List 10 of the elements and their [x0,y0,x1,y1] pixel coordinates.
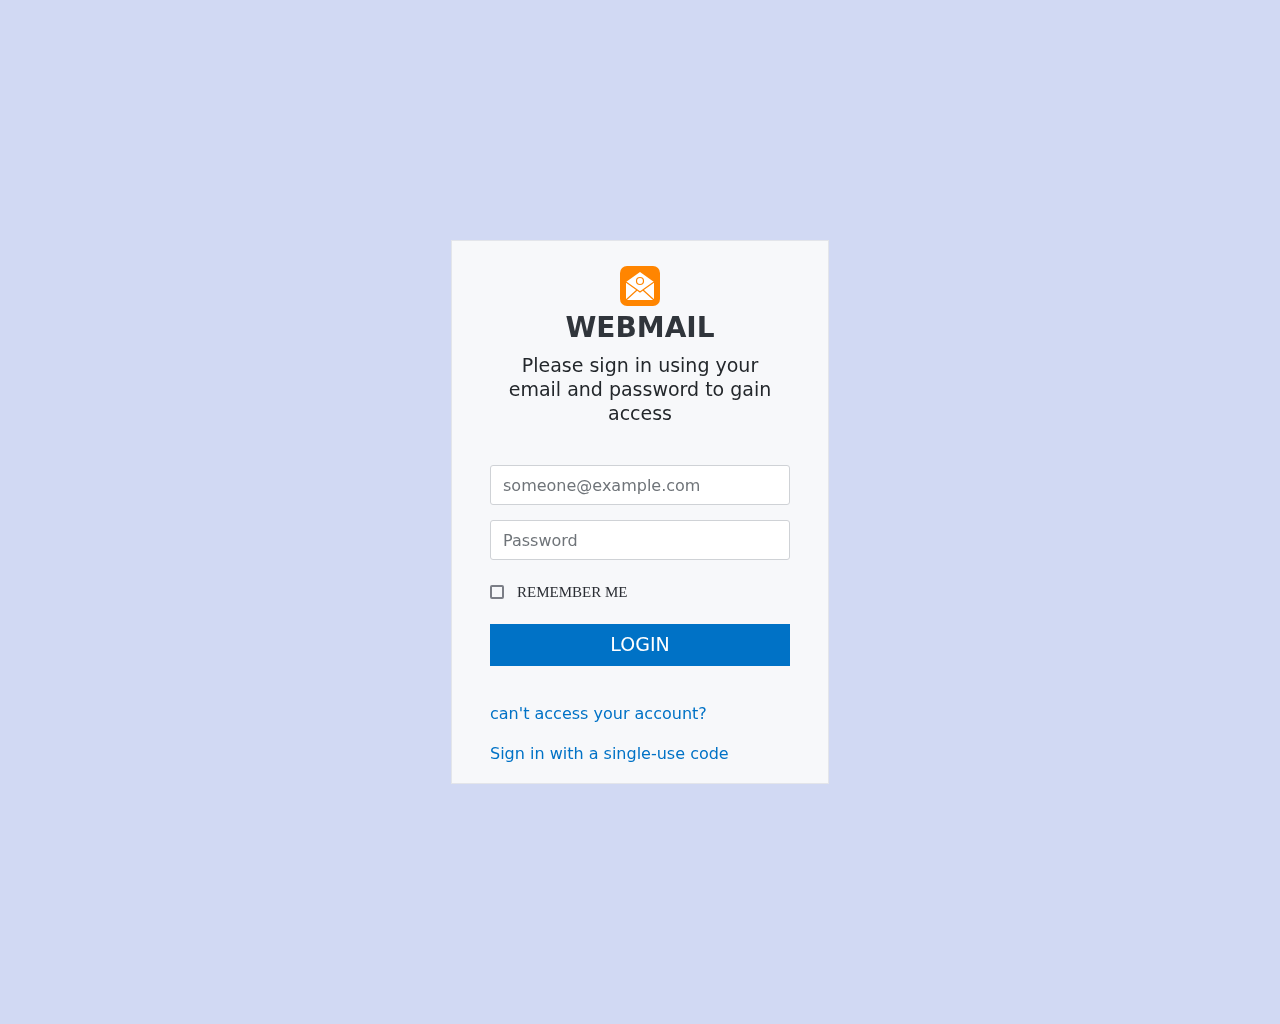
sign-in-instructions: Please sign in using your email and password to gain access [507,353,773,425]
help-link[interactable]: can't access your account? [490,703,707,723]
remember-me-checkbox[interactable] [490,585,504,600]
app-title: WEBMAIL [565,311,715,345]
email-field[interactable]: someone@example.com [490,465,790,505]
help-link[interactable]: Sign in with a single-use code [490,743,729,763]
password-field[interactable]: Password [490,520,790,560]
envelope-icon [620,266,660,306]
login-button[interactable]: LOGIN [490,623,790,666]
remember-me-label: REMEMBER ME [517,583,628,602]
